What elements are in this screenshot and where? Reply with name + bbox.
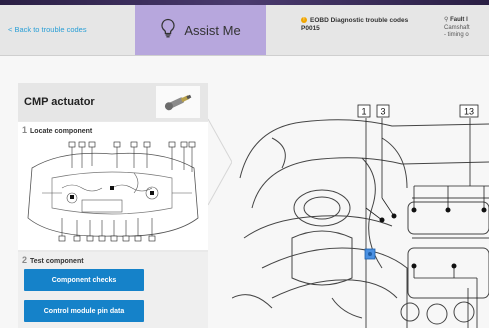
callout-1: 1 (357, 104, 371, 118)
warning-icon: ! (301, 17, 307, 24)
code-title: EOBD Diagnostic trouble codes (310, 17, 409, 24)
step-2-label: Test component (30, 258, 84, 265)
callout-13: 13 (459, 104, 479, 118)
step-1-title: 1 Locate component (22, 125, 92, 135)
component-panel: CMP actuator 1 Locate component 2 Test c… (18, 83, 208, 328)
engine-locator-diagram[interactable] (22, 138, 204, 246)
component-checks-button[interactable]: Component checks (24, 269, 144, 291)
fault-line-1: Camshaft (444, 24, 470, 31)
component-title: CMP actuator (24, 96, 95, 108)
panel-pointer-chevron (208, 118, 233, 206)
assist-me-button[interactable]: Assist Me (135, 5, 266, 55)
svg-text:1: 1 (361, 107, 366, 117)
control-module-pin-data-button[interactable]: Control module pin data (24, 300, 144, 322)
fault-title: Fault l (450, 17, 468, 23)
component-thumbnail (156, 86, 200, 118)
fault-line-2: - timing o (444, 32, 469, 38)
lightbulb-icon (160, 18, 176, 43)
step-2-title: 2 Test component (22, 255, 84, 265)
panel-header: CMP actuator (18, 83, 208, 121)
trouble-code-info: ! EOBD Diagnostic trouble codes P0015 (301, 17, 408, 33)
search-icon: ⚲ (444, 17, 449, 23)
code-value: P0015 (301, 25, 320, 32)
step-1-number: 1 (22, 125, 28, 135)
engine-bay-diagram[interactable]: 1 3 13 (232, 98, 489, 328)
svg-text:13: 13 (464, 107, 474, 117)
test-component-step: 2 Test component Component checks Control… (18, 252, 208, 328)
step-2-number: 2 (22, 255, 28, 265)
fault-info: ⚲ Fault l Camshaft - timing o (444, 17, 470, 40)
svg-text:3: 3 (380, 107, 385, 117)
back-to-trouble-codes-link[interactable]: < Back to trouble codes (8, 25, 87, 34)
assist-me-label: Assist Me (184, 22, 241, 38)
callout-3: 3 (376, 104, 390, 118)
locate-component-step: 1 Locate component (18, 122, 208, 250)
step-1-label: Locate component (30, 128, 93, 135)
top-bar: < Back to trouble codes Assist Me ! EOBD … (0, 5, 489, 56)
